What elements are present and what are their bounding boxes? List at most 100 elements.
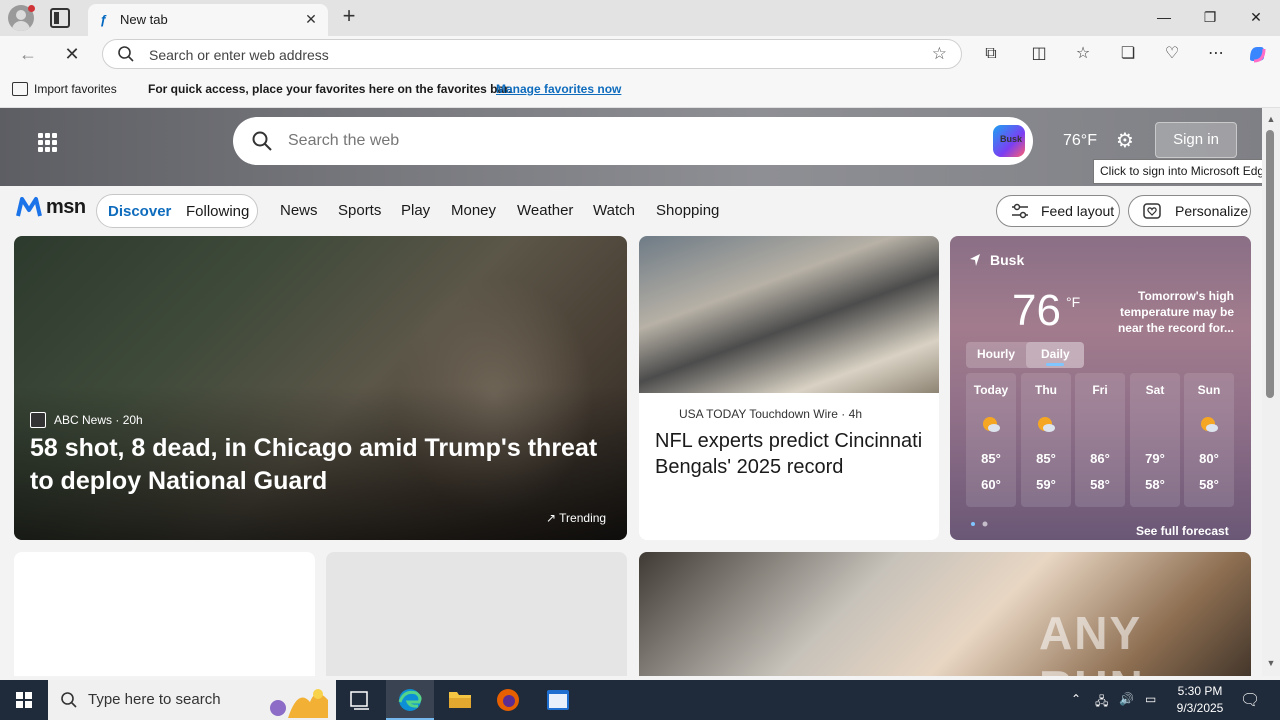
taskbar-clock[interactable]: 5:30 PM 9/3/2025 [1172, 683, 1228, 717]
forecast-day-name: Sun [1197, 383, 1221, 397]
collections-icon[interactable]: ❏ [1117, 43, 1139, 65]
nav-sports[interactable]: Sports [338, 202, 381, 219]
tab-daily[interactable]: Daily [1041, 347, 1070, 361]
page-settings-gear-icon[interactable]: ⚙ [1116, 130, 1138, 152]
edge-icon [398, 689, 422, 711]
see-full-forecast-link[interactable]: See full forecast [1136, 524, 1229, 538]
forecast-day[interactable]: Today 85° 60° [966, 373, 1016, 507]
favorites-icon[interactable]: ☆ [1072, 43, 1094, 65]
feed-mode-switch: Discover Following [96, 194, 258, 228]
forecast-low: 59° [1036, 477, 1056, 492]
add-favorite-star-icon[interactable]: ☆ [932, 44, 947, 64]
app-launcher-icon[interactable] [38, 133, 58, 153]
battery-icon[interactable]: ▭ [1145, 692, 1156, 706]
import-favorites-button[interactable]: Import favorites [34, 82, 117, 96]
close-window-button[interactable]: ✕ [1233, 0, 1279, 34]
task-view-icon [350, 691, 369, 710]
settings-more-icon[interactable]: ⋯ [1205, 43, 1227, 65]
nav-weather[interactable]: Weather [517, 202, 573, 219]
weather-card[interactable]: Busk 76 °F Tomorrow's high temperature m… [950, 236, 1251, 540]
forecast-high: 85° [981, 451, 1001, 466]
partly-sunny-icon [1038, 417, 1055, 432]
news-card-placeholder[interactable] [326, 552, 627, 676]
favorites-bar-message: For quick access, place your favorites h… [148, 82, 512, 96]
nav-money[interactable]: Money [451, 202, 496, 219]
sign-in-button[interactable]: Sign in [1155, 122, 1237, 158]
forecast-high: 80° [1199, 451, 1219, 466]
taskbar-search-box[interactable]: Type here to search [48, 680, 336, 720]
browser-toolbar: ← ✕ Search or enter web address ☆ ⧉ ◫ ☆ … [0, 36, 1280, 72]
manage-favorites-link[interactable]: Manage favorites now [496, 82, 621, 96]
weather-note[interactable]: Tomorrow's high temperature may be near … [1102, 288, 1234, 336]
search-icon [118, 46, 134, 62]
forecast-day[interactable]: Thu 85° 59° [1021, 373, 1071, 507]
notifications-icon[interactable]: 🗨 [1240, 690, 1260, 710]
msn-page: Search the web Busk 76°F ⚙ Sign in Click… [0, 108, 1262, 676]
browser-essentials-icon[interactable]: ♡ [1161, 43, 1183, 65]
scrollbar-thumb[interactable] [1266, 130, 1274, 398]
extensions-icon[interactable]: ⧉ [980, 43, 1002, 65]
weather-location[interactable]: Busk [990, 252, 1024, 268]
forecast-high: 86° [1090, 451, 1110, 466]
taskbar-edge[interactable] [386, 680, 434, 720]
nav-play[interactable]: Play [401, 202, 430, 219]
msn-butterfly-icon [16, 197, 42, 217]
news-card-placeholder[interactable] [14, 552, 315, 676]
partly-sunny-icon [1201, 417, 1218, 432]
nav-news[interactable]: News [280, 202, 318, 219]
watermark-text: ANY RUN [1039, 607, 1143, 676]
firefox-icon [497, 689, 519, 711]
bing-chat-button[interactable]: Busk [993, 125, 1025, 157]
tab-actions-icon[interactable] [50, 8, 70, 28]
stop-loading-button[interactable]: ✕ [60, 42, 84, 66]
restore-button[interactable]: ❐ [1187, 0, 1233, 34]
taskbar-app-active[interactable] [534, 680, 582, 720]
forecast-day[interactable]: Fri 86° 58° [1075, 373, 1125, 507]
tab-discover[interactable]: Discover [108, 203, 171, 220]
show-hidden-icons-chevron-icon[interactable]: ⌃ [1071, 692, 1081, 706]
split-screen-icon[interactable]: ◫ [1028, 43, 1050, 65]
forecast-day-name: Thu [1035, 383, 1057, 397]
scroll-down-arrow-icon[interactable]: ▼ [1265, 658, 1277, 668]
scroll-up-arrow-icon[interactable]: ▲ [1265, 114, 1277, 124]
forecast-high: 85° [1036, 451, 1056, 466]
web-search-box[interactable]: Search the web Busk [233, 117, 1033, 165]
hero-source: ABC News · 20h [54, 413, 143, 427]
tab-following[interactable]: Following [186, 203, 249, 220]
windows-taskbar: Type here to search ⌃ 🖧 🔊 ▭ 5:30 PM 9/3/… [0, 680, 1280, 720]
hero-headline[interactable]: 58 shot, 8 dead, in Chicago amid Trump's… [30, 432, 610, 498]
tab-close-icon[interactable]: ✕ [302, 10, 320, 28]
new-tab-button[interactable]: + [338, 5, 360, 28]
folder-icon [449, 692, 471, 708]
address-bar[interactable]: Search or enter web address ☆ [102, 39, 962, 69]
tab-new-tab[interactable]: ƒ New tab ✕ [88, 4, 328, 36]
back-button[interactable]: ← [16, 42, 40, 66]
news-headline[interactable]: NFL experts predict Cincinnati Bengals' … [655, 428, 925, 480]
tab-hourly[interactable]: Hourly [977, 347, 1015, 361]
profile-notification-dot [28, 5, 35, 12]
sliders-icon [1012, 203, 1028, 219]
minimize-button[interactable]: — [1141, 0, 1187, 34]
location-arrow-icon [970, 254, 980, 266]
weather-unit: °F [1066, 294, 1081, 310]
forecast-day[interactable]: Sat 79° 58° [1130, 373, 1180, 507]
nav-watch[interactable]: Watch [593, 202, 635, 219]
news-card-image[interactable]: ANY RUN [639, 552, 1251, 676]
start-button[interactable] [0, 680, 48, 720]
forecast-day[interactable]: Sun 80° 58° [1184, 373, 1234, 507]
personalize-button[interactable]: Personalize [1128, 195, 1251, 227]
nav-shopping[interactable]: Shopping [656, 202, 719, 219]
taskbar-file-explorer[interactable] [436, 680, 484, 720]
taskbar-firefox[interactable] [484, 680, 532, 720]
copilot-icon[interactable] [1246, 43, 1268, 65]
task-view-button[interactable] [336, 680, 384, 720]
search-highlight-illustration-icon [270, 689, 328, 718]
page-scrollbar[interactable]: ▲ ▼ [1262, 108, 1280, 676]
news-card[interactable]: USA TODAY Touchdown Wire · 4h NFL expert… [639, 236, 939, 540]
personalize-label: Personalize [1175, 203, 1249, 219]
volume-icon[interactable]: 🔊 [1119, 692, 1134, 706]
network-icon[interactable]: 🖧 [1095, 692, 1108, 713]
header-temperature[interactable]: 76°F [1063, 132, 1097, 150]
feed-layout-button[interactable]: Feed layout [996, 195, 1120, 227]
carousel-dots[interactable] [970, 521, 994, 527]
